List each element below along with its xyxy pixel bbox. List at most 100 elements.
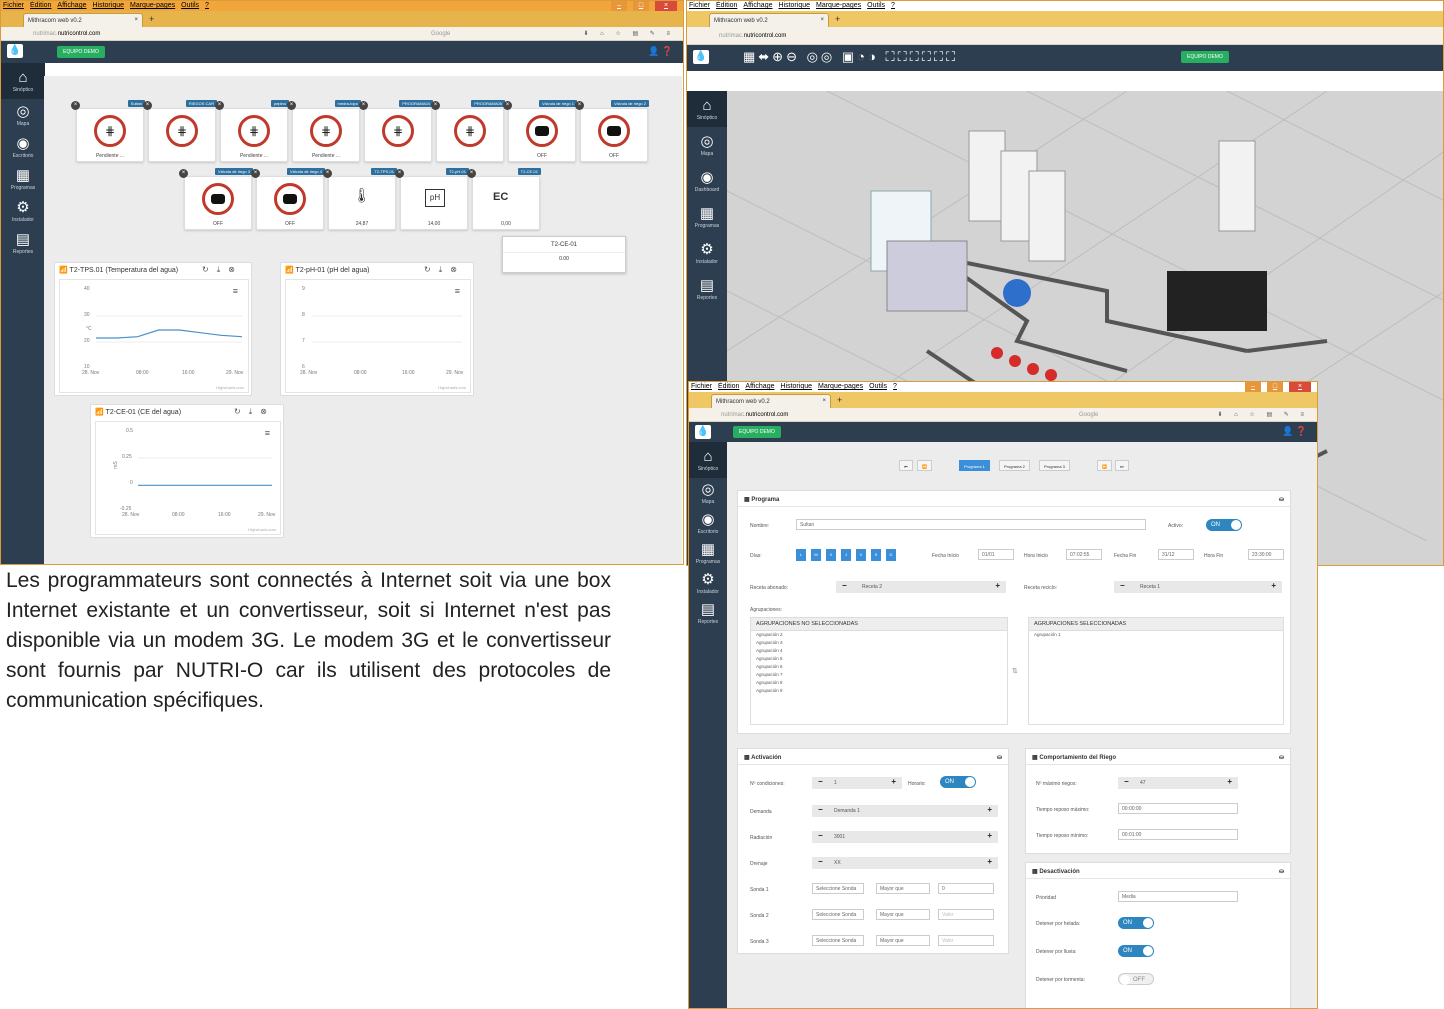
equipo-button[interactable]: EQUIPO DEMO [733, 426, 781, 438]
new-tab-button[interactable]: + [149, 14, 154, 24]
list-item[interactable]: Agrupación 1 [1029, 631, 1283, 639]
sonda-select[interactable]: Seleccione Sonda [812, 909, 864, 920]
valve-tile[interactable]: Válvula de riego 2 × OFF [575, 100, 649, 162]
plus-icon[interactable]: + [995, 581, 1000, 590]
transfer-arrows-icon[interactable]: ⇅ [1012, 667, 1018, 675]
agrupaciones-seleccionadas[interactable]: AGRUPACIONES SELECCIONADAS Agrupación 1 [1028, 617, 1284, 725]
plus-icon[interactable]: + [1271, 581, 1276, 590]
chart-tools[interactable]: ↻⤓⊗ [234, 407, 275, 417]
menu-help[interactable]: ? [891, 2, 895, 9]
operator-select[interactable]: Mayor que [876, 935, 930, 946]
browser-tab[interactable]: Mithracom web v0.2 × [711, 394, 831, 408]
minus-icon[interactable]: − [1120, 581, 1125, 590]
receta-abonado-stepper[interactable]: − Receta 2 + [836, 581, 1006, 593]
list-item[interactable]: Agrupación 8 [751, 679, 1007, 687]
close-tab-icon[interactable]: × [822, 397, 826, 405]
url-bar[interactable]: nutrimac.nutricontrol.com Google ⬇ ⌂ ☆ ▤… [1, 27, 683, 41]
hora-fin-input[interactable]: 23:30:00 [1248, 549, 1284, 560]
minimize-button[interactable]: ‒ [611, 1, 627, 11]
sidebar-item-escritorio[interactable]: ◉ Escritorio [1, 131, 45, 163]
menu-outils[interactable]: Outils [869, 383, 887, 390]
menu-affichage[interactable]: Affichage [743, 2, 772, 9]
menu-help[interactable]: ? [893, 383, 897, 390]
sonda-value-input[interactable]: Valor [938, 909, 994, 920]
minimize-button[interactable]: ‒ [1245, 382, 1261, 392]
menu-help[interactable]: ? [205, 2, 209, 9]
menu-edition[interactable]: Édition [718, 383, 739, 390]
hora-inicio-input[interactable]: 07:02:55 [1066, 549, 1102, 560]
menu-outils[interactable]: Outils [181, 2, 199, 9]
maximize-button[interactable]: □ [633, 1, 649, 11]
url-bar[interactable]: nutrimac.nutricontrol.com Google ⬇ ⌂ ☆ ▤… [689, 408, 1317, 422]
plus-icon[interactable]: + [987, 831, 992, 840]
next-page-button[interactable]: ⏩ [1097, 460, 1112, 471]
lluvia-toggle[interactable]: ON [1118, 945, 1154, 957]
sensor-tile[interactable]: T2-TPS-01 × 🌡 24,87 [323, 168, 397, 230]
maximize-button[interactable]: □ [1267, 382, 1283, 392]
tab-programa-3[interactable]: Programa 3 [1039, 460, 1070, 471]
close-tab-icon[interactable]: × [820, 16, 824, 24]
remove-tile-icon[interactable]: × [179, 169, 188, 178]
first-page-button[interactable]: ⏮ [899, 460, 913, 471]
fecha-inicio-input[interactable]: 01/01 [978, 549, 1014, 560]
sidebar-item-sinoptico[interactable]: ⌂ Sinóptico [687, 91, 727, 127]
program-tile[interactable]: PROGRAMA05 × ⋕ [431, 100, 505, 162]
sidebar-item-mapa[interactable]: ◎ Mapa [689, 478, 727, 508]
save-icon[interactable]: ⛀ [1279, 496, 1284, 503]
save-icon[interactable]: ⛀ [997, 754, 1002, 761]
menu-outils[interactable]: Outils [867, 2, 885, 9]
remove-tile-icon[interactable]: × [323, 169, 332, 178]
operator-select[interactable]: Mayor que [876, 909, 930, 920]
n-max-riegos-stepper[interactable]: − 47 + [1118, 777, 1238, 789]
browser-tab[interactable]: Mithracom web v0.2 × [709, 13, 829, 27]
drenaje-stepper[interactable]: − XX + [812, 857, 998, 869]
remove-tile-icon[interactable]: × [359, 101, 368, 110]
plus-icon[interactable]: + [891, 777, 896, 786]
horario-toggle[interactable]: ON [940, 776, 976, 788]
close-window-button[interactable]: × [655, 1, 677, 11]
prioridad-select[interactable]: Media [1118, 891, 1238, 902]
remove-tile-icon[interactable]: × [575, 101, 584, 110]
valve-tile[interactable]: Válvula de riego 4 × OFF [251, 168, 325, 230]
remove-tile-icon[interactable]: × [143, 101, 152, 110]
activo-toggle[interactable]: ON [1206, 519, 1242, 531]
plus-icon[interactable]: + [987, 805, 992, 814]
remove-tile-icon[interactable]: × [431, 101, 440, 110]
url-bar[interactable]: nutrimac.nutricontrol.com [687, 27, 1443, 45]
menu-fichier[interactable]: Fichier [689, 2, 710, 9]
menu-marque-pages[interactable]: Marque-pages [130, 2, 175, 9]
sonda-value-input[interactable]: Valor [938, 935, 994, 946]
equipo-button[interactable]: EQUIPO DEMO [1181, 51, 1229, 63]
remove-tile-icon[interactable]: × [287, 101, 296, 110]
search-input[interactable]: Google [1079, 408, 1098, 421]
menu-historique[interactable]: Historique [778, 2, 810, 9]
header-icons[interactable]: 👤 ❓ [648, 46, 673, 57]
t-min-input[interactable]: 00:01:00 [1118, 829, 1238, 840]
sidebar-item-reportes[interactable]: ▤ Reportes [687, 271, 727, 307]
menu-edition[interactable]: Édition [30, 2, 51, 9]
helada-toggle[interactable]: ON [1118, 917, 1154, 929]
list-item[interactable]: Agrupación 2 [751, 631, 1007, 639]
list-item[interactable]: Agrupación 9 [751, 687, 1007, 695]
tab-programa-2[interactable]: Programa 2 [999, 460, 1030, 471]
menu-historique[interactable]: Historique [92, 2, 124, 9]
last-page-button[interactable]: ⏭ [1115, 460, 1129, 471]
minus-icon[interactable]: − [842, 581, 847, 590]
list-item[interactable]: Agrupación 3 [751, 639, 1007, 647]
sidebar-item-reportes[interactable]: ▤ Reportes [689, 598, 727, 628]
menu-fichier[interactable]: Fichier [691, 383, 712, 390]
sidebar-item-programas[interactable]: ▦ Programas [1, 163, 45, 195]
remove-tile-icon[interactable]: × [395, 169, 404, 178]
save-icon[interactable]: ⛀ [1279, 754, 1284, 761]
sidebar-item-sinoptico[interactable]: ⌂ Sinóptico [1, 63, 45, 99]
plus-icon[interactable]: + [1227, 777, 1232, 786]
minus-icon[interactable]: − [1124, 777, 1129, 786]
n-condiciones-stepper[interactable]: − 1 + [812, 777, 902, 789]
list-item[interactable]: Agrupación 6 [751, 663, 1007, 671]
day-button[interactable]: V [856, 549, 866, 561]
toolbar-icons[interactable]: ⬇ ⌂ ☆ ▤ ✎ ≡ [583, 27, 675, 40]
sidebar-item-escritorio[interactable]: ◉ Escritorio [689, 508, 727, 538]
program-tile[interactable]: PROGRAMA04 × ⋕ [359, 100, 433, 162]
save-icon[interactable]: ⛀ [1279, 868, 1284, 875]
operator-select[interactable]: Mayor que [876, 883, 930, 894]
